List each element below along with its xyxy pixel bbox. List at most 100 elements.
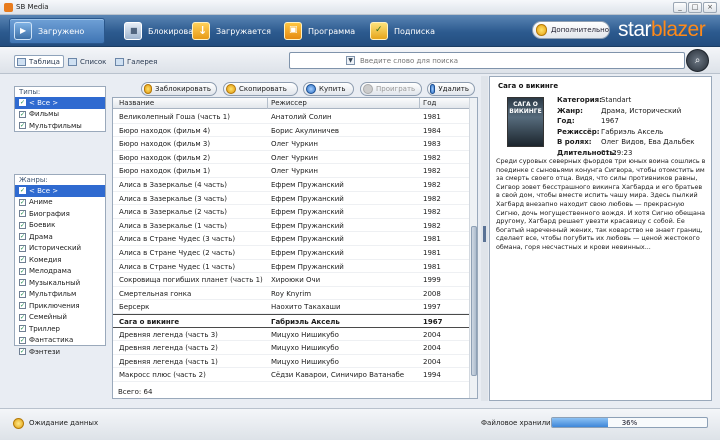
checkbox[interactable]: ✓ [19,302,26,310]
column-title[interactable]: Название [119,99,154,107]
checkbox[interactable]: ✓ [19,290,26,298]
cell-year: 1983 [423,140,441,149]
checkbox[interactable]: ✓ [19,110,26,118]
checkbox[interactable]: ✓ [19,279,26,287]
filter-item[interactable]: ✓ Фильмы [15,109,105,121]
checkbox[interactable]: ✓ [19,233,26,241]
checkbox[interactable]: ✓ [19,210,26,218]
filter-item[interactable]: ✓ < Все > [15,185,105,197]
copy-button[interactable]: Скопировать [223,82,298,96]
checkbox[interactable]: ✓ [19,198,26,206]
table-row[interactable]: Бюро находок (фильм 1) Олег Чуркин 1982 [113,164,469,178]
maximize-button[interactable]: □ [688,2,702,13]
nav-downloading[interactable]: Загружается [188,18,288,44]
cell-year: 1982 [423,221,441,230]
close-button[interactable]: × [703,2,717,13]
filter-item[interactable]: ✓ Мелодрама [15,266,105,278]
table-row[interactable]: Макросс плюс (часть 2) Сёдзи Каварои, Син… [113,368,469,382]
tab-gallery-view[interactable]: Галерея [113,55,157,68]
table-view-icon [17,57,26,66]
panel-splitter[interactable] [481,76,488,401]
starblazer-logo: starblazer [618,18,706,41]
cell-year: 2004 [423,344,441,353]
filter-item[interactable]: ✓ Триллер [15,323,105,335]
nav-program[interactable]: Программа [280,18,370,44]
nav-loaded[interactable]: Загружено [9,18,105,44]
cell-title: Смертельная гонка [119,289,192,298]
table-row[interactable]: Древняя легенда (часть 2) Мицухо Нишикубо… [113,341,469,355]
table-row[interactable]: Алиса в Зазеркалье (4 часть) Ефрем Пружан… [113,178,469,192]
table-row[interactable]: Алиса в Зазеркалье (1 часть) Ефрем Пружан… [113,219,469,233]
cell-title: Древняя легенда (часть 3) [119,330,218,339]
filter-item[interactable]: ✓ Биография [15,208,105,220]
table-row[interactable]: Бюро находок (фильм 4) Борис Акулиничев 19… [113,124,469,138]
cell-director: Ефрем Пружанский [271,262,344,271]
table-row[interactable]: Алиса в Стране Чудес (1 часть) Ефрем Пруж… [113,260,469,274]
filter-item[interactable]: ✓ Фантастика [15,335,105,347]
table-row[interactable]: Алиса в Зазеркалье (3 часть) Ефрем Пружан… [113,192,469,206]
checkbox[interactable]: ✓ [19,256,26,264]
filter-item[interactable]: ✓ Фэнтези [15,346,105,358]
filter-item-label: Мелодрама [29,267,72,276]
filter-item[interactable]: ✓ Драма [15,231,105,243]
column-director[interactable]: Режиссер [271,99,307,107]
checkbox[interactable]: ✓ [19,336,26,344]
cell-title: Сага о викинге [119,318,180,326]
filter-item[interactable]: ✓ Исторический [15,243,105,255]
tab-list-view[interactable]: Список [66,55,106,68]
additional-button[interactable]: Дополнительно [532,21,610,39]
filter-item[interactable]: ✓ < Все > [15,97,105,109]
action-bar: Заблокировать Скопировать Купить Проигра… [112,81,476,97]
column-year[interactable]: Год [423,99,436,107]
checkbox[interactable]: ✓ [19,244,26,252]
checkbox[interactable]: ✓ [19,122,26,130]
filter-item[interactable]: ✓ Боевик [15,220,105,232]
checkbox[interactable]: ✓ [19,99,26,107]
filter-item[interactable]: ✓ Семейный [15,312,105,324]
checkbox[interactable]: ✓ [19,187,26,195]
table-row[interactable]: Алиса в Стране Чудес (3 часть) Ефрем Пруж… [113,232,469,246]
detail-field-value: Драма, Исторический [601,106,682,115]
checkbox[interactable]: ✓ [19,348,26,356]
filter-item[interactable]: ✓ Приключения [15,300,105,312]
table-scroll-thumb[interactable] [471,226,477,376]
filter-item[interactable]: ✓ Комедия [15,254,105,266]
filter-item[interactable]: ✓ Мультфильмы [15,120,105,132]
table-row[interactable]: Смертельная гонка Roy Knyrim 2008 [113,287,469,301]
checkbox[interactable]: ✓ [19,267,26,275]
search-input[interactable] [360,55,660,66]
checkbox[interactable]: ✓ [19,221,26,229]
table-row[interactable]: Древняя легенда (часть 1) Мицухо Нишикубо… [113,355,469,369]
splitter-grip[interactable] [483,226,486,242]
block-button-label: Заблокировать [155,85,211,93]
cell-year: 2008 [423,289,441,298]
table-scrollbar[interactable] [469,98,477,398]
filter-item-label: Исторический [29,244,82,253]
buy-button[interactable]: Купить [303,82,354,96]
filter-item[interactable]: ✓ Аниме [15,197,105,209]
filter-item[interactable]: ✓ Музыкальный [15,277,105,289]
search-button[interactable]: ⌕ [686,49,709,72]
search-scope-dropdown[interactable]: ▼ [346,56,355,65]
table-row[interactable]: Древняя легенда (часть 3) Мицухо Нишикубо… [113,328,469,342]
table-row[interactable]: Алиса в Зазеркалье (2 часть) Ефрем Пружан… [113,205,469,219]
tab-gallery-label: Галерея [127,57,158,66]
checkbox[interactable]: ✓ [19,313,26,321]
block-button[interactable]: Заблокировать [141,82,217,96]
filter-item[interactable]: ✓ Мультфильм [15,289,105,301]
table-row[interactable]: Бюро находок (фильм 3) Олег Чуркин 1983 [113,137,469,151]
tab-table-view[interactable]: Таблица [14,55,64,68]
cell-year: 1981 [423,113,441,121]
delete-button[interactable]: Удалить [427,82,475,96]
table-row[interactable]: Великолепный Гоша (часть 1) Анатолий Соли… [113,110,469,124]
nav-subscription[interactable]: Подписка [366,18,456,44]
table-row[interactable]: Сага о викинге Габриэль Аксель 1967 [113,314,469,328]
table-row[interactable]: Алиса в Стране Чудес (2 часть) Ефрем Пруж… [113,246,469,260]
table-row[interactable]: Бюро находок (фильм 2) Олег Чуркин 1982 [113,151,469,165]
table-row[interactable]: Берсерк Наохито Такахаши 1997 [113,300,469,314]
minimize-button[interactable]: _ [673,2,687,13]
checkbox[interactable]: ✓ [19,325,26,333]
cell-title: Бюро находок (фильм 4) [119,126,211,135]
table-row[interactable]: Сокровища погибших планет (часть 1) Хирою… [113,273,469,287]
play-button[interactable]: Проиграть [360,82,422,96]
